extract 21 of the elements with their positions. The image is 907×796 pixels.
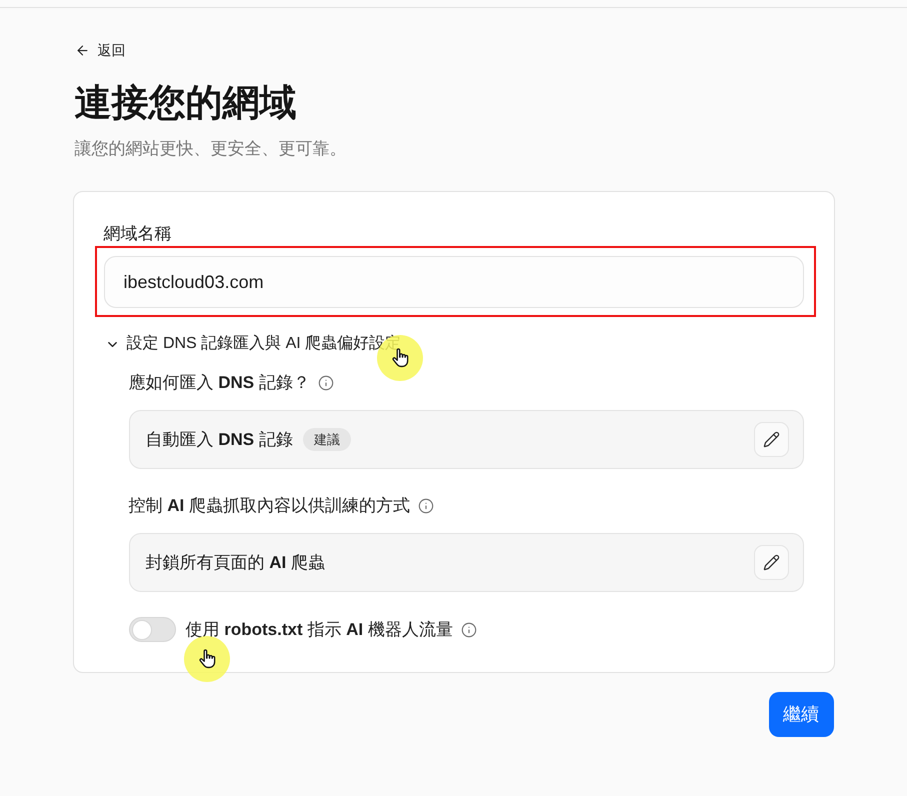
- toggle-switch[interactable]: [128, 617, 176, 642]
- back-link[interactable]: 返回: [74, 40, 126, 60]
- info-icon[interactable]: [460, 622, 477, 638]
- page-subtitle: 讓您的網站更快、更安全、更可靠。: [74, 138, 346, 160]
- toggle-label: 使用 robots.txt 指示 AI 機器人流量: [186, 618, 453, 640]
- pencil-icon: [762, 431, 780, 448]
- edit-button[interactable]: [754, 545, 788, 580]
- field-label: 網域名稱: [104, 223, 172, 245]
- setting-question: 應如何匯入 DNS 記錄？: [128, 372, 310, 394]
- edit-button[interactable]: [754, 422, 788, 457]
- info-icon[interactable]: [318, 375, 334, 391]
- setting-value: 自動匯入 DNS 記錄: [146, 428, 293, 450]
- pencil-icon: [762, 554, 780, 571]
- recommended-badge: 建議: [302, 428, 351, 451]
- setting-question: 控制 AI 爬蟲抓取內容以供訓練的方式: [128, 495, 410, 517]
- info-icon[interactable]: [418, 498, 434, 514]
- toggle-knob: [132, 620, 152, 640]
- domain-input-field[interactable]: ibestcloud03.com: [104, 256, 804, 308]
- page-title: 連接您的網域: [74, 81, 296, 125]
- setting-value: 封鎖所有頁面的 AI 爬蟲: [146, 552, 325, 574]
- continue-button[interactable]: 繼續: [768, 692, 834, 737]
